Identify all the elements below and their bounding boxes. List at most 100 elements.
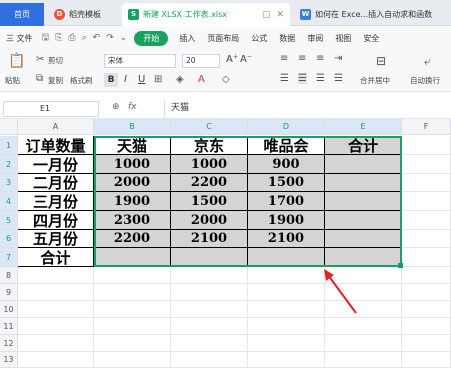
empty-cell[interactable] — [402, 318, 451, 335]
tab-formula[interactable]: 公式 — [245, 33, 273, 44]
column-header-e[interactable]: E — [325, 119, 402, 135]
cut-button[interactable]: 剪切 — [48, 55, 63, 66]
align-top-icon[interactable]: ≡ — [280, 53, 288, 64]
column-header-d[interactable]: D — [248, 119, 325, 135]
table-cell[interactable]: 二月份 — [18, 174, 94, 192]
preview-icon[interactable]: ⌕ — [79, 33, 90, 43]
table-cell[interactable]: 1700 — [248, 192, 325, 211]
wrap-icon[interactable]: ⤶ — [424, 54, 431, 69]
paste-button[interactable]: 粘贴 — [5, 75, 20, 86]
empty-cell[interactable] — [171, 284, 248, 301]
italic-button[interactable]: I — [124, 74, 127, 85]
table-header-cell[interactable]: 合计 — [325, 136, 402, 155]
table-cell[interactable]: 四月份 — [18, 211, 94, 230]
align-bottom-icon[interactable]: ≡ — [316, 53, 324, 64]
table-cell[interactable]: 一月份 — [18, 155, 94, 174]
copy-button[interactable]: 复制 — [48, 75, 63, 86]
table-cell[interactable]: 三月份 — [18, 192, 94, 211]
row-header-11[interactable]: 11 — [0, 318, 18, 335]
row-header-1[interactable]: 1 — [0, 136, 18, 155]
row-header-9[interactable]: 9 — [0, 284, 18, 301]
table-cell[interactable]: 合计 — [18, 248, 94, 267]
select-all-corner[interactable] — [0, 119, 18, 135]
fill-color-icon[interactable]: ◈ — [176, 74, 184, 85]
table-cell[interactable]: 1000 — [94, 155, 171, 174]
paste-icon[interactable]: 📋 — [8, 53, 25, 69]
empty-cell[interactable] — [171, 301, 248, 318]
empty-cell[interactable] — [402, 136, 451, 155]
format-painter-button[interactable]: 格式刷 — [70, 75, 93, 86]
row-header-5[interactable]: 5 — [0, 211, 18, 230]
table-cell[interactable] — [325, 174, 402, 192]
table-cell[interactable] — [171, 248, 248, 267]
column-header-c[interactable]: C — [171, 119, 248, 135]
row-header-7[interactable]: 7 — [0, 248, 18, 267]
tab-insert[interactable]: 插入 — [173, 33, 201, 44]
empty-cell[interactable] — [402, 301, 451, 318]
table-cell[interactable]: 2100 — [248, 230, 325, 248]
empty-cell[interactable] — [94, 352, 171, 368]
tab-spreadsheet[interactable]: S 新建 XLSX 工作表.xlsx ▢ ✕ — [122, 3, 290, 26]
spreadsheet-grid[interactable]: A B C D E F 1 2 3 4 5 6 7 8 9 10 11 12 1… — [0, 119, 451, 368]
empty-cell[interactable] — [18, 335, 94, 352]
tab-page-layout[interactable]: 页面布局 — [201, 33, 245, 44]
row-header-4[interactable]: 4 — [0, 192, 18, 211]
row-header-6[interactable]: 6 — [0, 230, 18, 248]
fill-handle[interactable] — [398, 263, 403, 268]
row-header-13[interactable]: 13 — [0, 352, 18, 368]
empty-cell[interactable] — [171, 352, 248, 368]
close-icon[interactable]: ✕ — [276, 10, 284, 20]
empty-cell[interactable] — [18, 352, 94, 368]
table-cell[interactable] — [325, 230, 402, 248]
tab-document[interactable]: W 如何在 Exce...插入自动求和函数 — [294, 3, 451, 26]
merge-icon[interactable]: ⊟ — [376, 54, 386, 68]
indent-icon[interactable]: ⇥ — [334, 53, 342, 64]
table-cell[interactable] — [325, 248, 402, 267]
clear-format-icon[interactable]: ◇ — [222, 74, 230, 85]
tab-start[interactable]: 开始 — [134, 30, 169, 46]
align-left-icon[interactable]: ☰ — [280, 73, 289, 84]
border-icon[interactable]: ⊞ — [154, 74, 162, 85]
table-cell[interactable]: 2300 — [94, 211, 171, 230]
copy-icon[interactable]: ⧉ — [36, 73, 43, 84]
column-header-b[interactable]: B — [94, 119, 171, 135]
empty-cell[interactable] — [402, 155, 451, 174]
row-header-10[interactable]: 10 — [0, 301, 18, 318]
column-header-a[interactable]: A — [18, 119, 94, 135]
empty-cell[interactable] — [18, 284, 94, 301]
tab-data[interactable]: 数据 — [273, 33, 301, 44]
monitor-icon[interactable]: ▢ — [262, 10, 271, 20]
table-cell[interactable]: 2200 — [171, 174, 248, 192]
fx-icon[interactable]: fx — [128, 102, 137, 112]
table-cell[interactable]: 1500 — [248, 174, 325, 192]
table-cell[interactable]: 1500 — [171, 192, 248, 211]
column-header-f[interactable]: F — [402, 119, 451, 135]
empty-cell[interactable] — [402, 248, 451, 267]
merge-center-button[interactable]: 合并居中 — [360, 75, 390, 86]
empty-cell[interactable] — [402, 174, 451, 192]
empty-cell[interactable] — [94, 284, 171, 301]
empty-cell[interactable] — [171, 267, 248, 284]
underline-button[interactable]: U — [138, 74, 145, 85]
row-header-3[interactable]: 3 — [0, 174, 18, 192]
table-cell[interactable]: 2200 — [94, 230, 171, 248]
bold-button[interactable]: B — [104, 73, 118, 87]
empty-cell[interactable] — [171, 318, 248, 335]
empty-cell[interactable] — [248, 318, 325, 335]
zoom-icon[interactable]: ⊕ — [112, 102, 120, 112]
empty-cell[interactable] — [325, 352, 402, 368]
decrease-font-icon[interactable]: A⁻ — [240, 54, 252, 65]
font-size-select[interactable]: 20 — [182, 54, 220, 68]
row-header-8[interactable]: 8 — [0, 267, 18, 284]
empty-cell[interactable] — [248, 267, 325, 284]
empty-cell[interactable] — [94, 301, 171, 318]
align-center-icon[interactable]: ☰ — [298, 73, 307, 84]
empty-cell[interactable] — [94, 318, 171, 335]
table-header-cell[interactable]: 京东 — [171, 136, 248, 155]
table-cell[interactable]: 2000 — [94, 174, 171, 192]
table-cell[interactable] — [325, 211, 402, 230]
empty-cell[interactable] — [248, 301, 325, 318]
table-cell[interactable] — [325, 155, 402, 174]
justify-icon[interactable]: ☰ — [334, 73, 343, 84]
table-cell[interactable]: 2000 — [171, 211, 248, 230]
